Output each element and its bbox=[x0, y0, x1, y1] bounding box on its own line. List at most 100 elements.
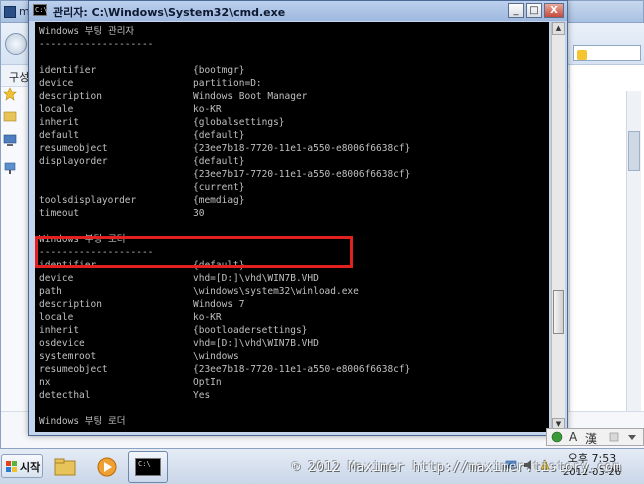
console-line: {23ee7b17-7720-11e1-a550-e8006f6638cf} bbox=[39, 168, 410, 181]
minimize-button[interactable]: _ bbox=[508, 3, 524, 18]
hanja-indicator[interactable]: 漢 bbox=[585, 430, 597, 447]
console-value: \windows bbox=[193, 351, 239, 362]
console-line: osdevice vhd=[D:]\vhd\WIN7B.VHD bbox=[39, 337, 319, 350]
console-key: identifier bbox=[39, 65, 97, 76]
watermark: © 2012 Maximer http://maximer.tistory.co… bbox=[292, 460, 622, 475]
console-line: inherit {bootloadersettings} bbox=[39, 324, 307, 337]
folder-window-icon bbox=[4, 6, 16, 18]
ime-settings-icon[interactable] bbox=[551, 431, 563, 443]
console-key: systemroot bbox=[39, 351, 97, 362]
console-line: systemroot \windows bbox=[39, 350, 239, 363]
library-icon[interactable] bbox=[3, 109, 17, 123]
console-line: Windows 부팅 관리자 bbox=[39, 26, 135, 37]
console-value: {default} bbox=[193, 156, 245, 167]
start-label: 시작 bbox=[20, 461, 41, 474]
language-options-icon[interactable] bbox=[609, 432, 619, 442]
console-key: resumeobject bbox=[39, 143, 108, 154]
language-bar[interactable]: A 漢 bbox=[546, 428, 644, 446]
console-value: {bootloadersettings} bbox=[193, 325, 308, 336]
console-line: {current} bbox=[39, 181, 244, 194]
console-line: inherit {globalsettings} bbox=[39, 116, 285, 129]
organize-menu[interactable]: 구성 bbox=[9, 69, 29, 85]
input-mode-indicator[interactable]: A bbox=[569, 430, 577, 444]
console-line: displayorder {default} bbox=[39, 155, 244, 168]
console-line: locale ko-KR bbox=[39, 311, 222, 324]
console-value: Windows Boot Manager bbox=[193, 91, 308, 102]
console-line: detecthal Yes bbox=[39, 389, 210, 402]
console-line: Windows 부팅 로더 bbox=[39, 416, 126, 427]
favorites-star-icon[interactable] bbox=[3, 87, 17, 101]
console-value: Yes bbox=[193, 390, 211, 401]
console-output[interactable]: Windows 부팅 관리자 -------------------- identi… bbox=[35, 22, 549, 432]
console-line: description Windows Boot Manager bbox=[39, 90, 307, 103]
console-key: osdevice bbox=[39, 338, 85, 349]
network-icon[interactable] bbox=[3, 161, 17, 175]
console-key: default bbox=[39, 130, 80, 141]
console-line: device vhd=[D:]\vhd\WIN7B.VHD bbox=[39, 272, 319, 285]
console-key: resumeobject bbox=[39, 364, 108, 375]
console-value: {current} bbox=[193, 182, 245, 193]
maximize-button[interactable]: □ bbox=[526, 3, 542, 18]
console-scrollbar[interactable]: ▲ ▼ bbox=[551, 22, 565, 432]
console-key: device bbox=[39, 273, 74, 284]
cmd-titlebar[interactable]: C:\ 관리자: C:\Windows\System32\cmd.exe _ □… bbox=[29, 1, 567, 21]
console-value: vhd=[D:]\vhd\WIN7B.VHD bbox=[193, 338, 319, 349]
back-button[interactable] bbox=[5, 33, 27, 55]
console-line: locale ko-KR bbox=[39, 103, 222, 116]
console-key: locale bbox=[39, 312, 74, 323]
console-line: -------------------- bbox=[39, 428, 153, 432]
console-key: description bbox=[39, 299, 102, 310]
console-value: \windows\system32\winload.exe bbox=[193, 286, 359, 297]
console-key: timeout bbox=[39, 208, 80, 219]
console-key: nx bbox=[39, 377, 51, 388]
cmd-taskbar-icon: C:\ bbox=[135, 458, 161, 476]
media-player-quick-launch-icon[interactable] bbox=[94, 455, 120, 479]
console-key: inherit bbox=[39, 117, 80, 128]
console-key: displayorder bbox=[39, 156, 108, 167]
highlight-annotation-box bbox=[35, 236, 353, 268]
console-line: resumeobject {23ee7b18-7720-11e1-a550-e80… bbox=[39, 142, 410, 155]
console-line: -------------------- bbox=[39, 39, 154, 50]
cmd-window-title: 관리자: C:\Windows\System32\cmd.exe bbox=[53, 6, 286, 19]
console-value: {bootmgr} bbox=[193, 65, 245, 76]
console-value: partition=D: bbox=[193, 78, 262, 89]
console-line: timeout 30 bbox=[39, 207, 204, 220]
console-value: {globalsettings} bbox=[193, 117, 285, 128]
console-key: detecthal bbox=[39, 390, 91, 401]
background-scroll-thumb[interactable] bbox=[628, 131, 640, 171]
computer-icon[interactable] bbox=[3, 133, 17, 147]
close-button[interactable]: X bbox=[544, 3, 564, 18]
explorer-quick-launch-icon[interactable] bbox=[52, 455, 78, 479]
console-line: resumeobject {23ee7b18-7720-11e1-a550-e80… bbox=[39, 363, 410, 376]
start-button[interactable]: 시작 bbox=[1, 454, 43, 478]
windows-flag-icon bbox=[6, 461, 18, 473]
console-value: ko-KR bbox=[193, 104, 222, 115]
console-key: locale bbox=[39, 104, 74, 115]
cmd-app-icon[interactable]: C:\ bbox=[33, 4, 48, 16]
console-value: ko-KR bbox=[193, 312, 222, 323]
console-value: {23ee7b18-7720-11e1-a550-e8006f6638cf} bbox=[193, 143, 411, 154]
console-key: description bbox=[39, 91, 102, 102]
console-key: device bbox=[39, 78, 74, 89]
favorites-icon bbox=[577, 50, 587, 60]
background-scrollbar[interactable] bbox=[626, 91, 641, 411]
console-value: {23ee7b18-7720-11e1-a550-e8006f6638cf} bbox=[193, 364, 411, 375]
console-key: path bbox=[39, 286, 62, 297]
console-value: Windows 7 bbox=[193, 299, 245, 310]
console-value: OptIn bbox=[193, 377, 222, 388]
scroll-up-arrow-icon[interactable]: ▲ bbox=[552, 22, 565, 35]
console-line: device partition=D: bbox=[39, 77, 262, 90]
console-value: 30 bbox=[193, 208, 205, 219]
console-scroll-thumb[interactable] bbox=[553, 290, 564, 334]
console-line: toolsdisplayorder {memdiag} bbox=[39, 194, 244, 207]
console-value: {23ee7b17-7720-11e1-a550-e8006f6638cf} bbox=[193, 169, 411, 180]
console-key: inherit bbox=[39, 325, 80, 336]
console-line: nx OptIn bbox=[39, 376, 222, 389]
console-value: vhd=[D:]\vhd\WIN7B.VHD bbox=[193, 273, 319, 284]
console-line: identifier {bootmgr} bbox=[39, 64, 244, 77]
console-value: {default} bbox=[193, 130, 245, 141]
language-bar-menu-icon[interactable] bbox=[627, 432, 637, 442]
taskbar-cmd-button[interactable]: C:\ bbox=[128, 451, 168, 483]
console-line: description Windows 7 bbox=[39, 298, 244, 311]
console-line: path \windows\system32\winload.exe bbox=[39, 285, 359, 298]
